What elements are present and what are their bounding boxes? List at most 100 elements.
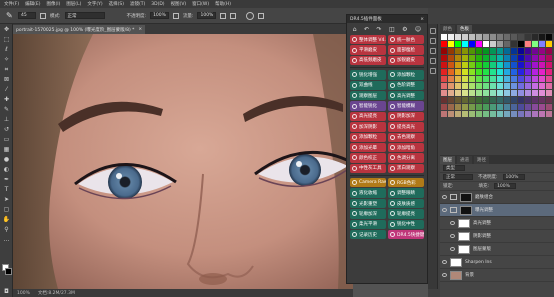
layer-name[interactable]: 高光调整 xyxy=(473,220,491,226)
color-swatch[interactable] xyxy=(518,104,524,110)
color-swatch[interactable] xyxy=(546,62,552,68)
color-swatch[interactable] xyxy=(462,97,468,103)
color-swatch[interactable] xyxy=(455,55,461,61)
menu-3d[interactable]: 3D(D) xyxy=(151,2,164,7)
plugin-button[interactable]: 记录历史 xyxy=(350,230,386,240)
color-swatch[interactable] xyxy=(525,104,531,110)
color-swatch[interactable] xyxy=(504,97,510,103)
color-swatch[interactable] xyxy=(511,111,517,117)
fill-field[interactable]: 100% xyxy=(494,183,517,189)
color-swatch[interactable] xyxy=(476,76,482,82)
color-swatch[interactable] xyxy=(462,69,468,75)
color-swatch[interactable] xyxy=(532,62,538,68)
color-swatch[interactable] xyxy=(462,104,468,110)
color-swatch[interactable] xyxy=(539,111,545,117)
color-swatch[interactable] xyxy=(511,76,517,82)
color-swatch[interactable] xyxy=(448,55,454,61)
color-swatch[interactable] xyxy=(518,41,524,47)
plugin-button[interactable]: 轮廓加深 xyxy=(350,209,386,219)
color-swatch[interactable] xyxy=(455,34,461,40)
color-swatch[interactable] xyxy=(469,62,475,68)
color-swatch[interactable] xyxy=(539,69,545,75)
layers-icon[interactable]: ◫ xyxy=(389,26,395,33)
color-swatch[interactable] xyxy=(532,83,538,89)
plugin-button[interactable]: 皮肤质感 xyxy=(388,198,424,209)
color-swatch[interactable] xyxy=(469,55,475,61)
color-swatch[interactable] xyxy=(525,83,531,89)
color-swatch[interactable] xyxy=(497,111,503,117)
history-panel-icon[interactable] xyxy=(430,28,436,34)
color-swatch[interactable] xyxy=(483,62,489,68)
color-swatch[interactable] xyxy=(546,55,552,61)
tab-swatches[interactable]: 色板 xyxy=(457,25,472,33)
plugin-button[interactable]: 整体调整 V4.5 xyxy=(350,35,386,45)
color-swatch[interactable] xyxy=(539,76,545,82)
color-swatch[interactable] xyxy=(476,90,482,96)
layer-row[interactable]: 阴影调整 xyxy=(440,230,554,243)
color-swatch[interactable] xyxy=(511,34,517,40)
tab-color[interactable]: 颜色 xyxy=(440,25,455,33)
blend-mode-select[interactable]: 正常 xyxy=(443,174,473,180)
color-swatch[interactable] xyxy=(441,97,447,103)
color-swatch[interactable] xyxy=(518,62,524,68)
layer-name[interactable]: 曝光调整 xyxy=(475,207,493,213)
color-swatch[interactable] xyxy=(546,76,552,82)
color-swatch[interactable] xyxy=(455,90,461,96)
color-swatch[interactable] xyxy=(462,90,468,96)
color-swatch[interactable] xyxy=(462,34,468,40)
color-swatch[interactable] xyxy=(518,83,524,89)
color-swatch[interactable] xyxy=(462,111,468,117)
menu-file[interactable]: 文件(F) xyxy=(4,1,19,7)
color-swatch[interactable] xyxy=(455,41,461,47)
visibility-eye-icon[interactable] xyxy=(442,195,447,199)
frame-tool-icon[interactable]: ⊠ xyxy=(2,76,11,84)
color-swatch[interactable] xyxy=(483,34,489,40)
color-swatch[interactable] xyxy=(504,69,510,75)
plugin-button[interactable]: 轮廓提亮 xyxy=(388,209,424,219)
plugin-button[interactable]: 去色观察 xyxy=(388,132,424,142)
color-swatch[interactable] xyxy=(455,111,461,117)
color-swatch[interactable] xyxy=(525,34,531,40)
color-swatch[interactable] xyxy=(504,41,510,47)
color-swatch[interactable] xyxy=(518,97,524,103)
marquee-tool-icon[interactable]: ⬚ xyxy=(2,36,11,44)
gradient-tool-icon[interactable]: ▦ xyxy=(2,146,11,154)
document-tab[interactable]: portrait-1570025.jpg @ 100% (曝光度阶_图层蒙版/8… xyxy=(13,25,146,34)
smoothing-icon[interactable] xyxy=(230,12,237,19)
color-swatch[interactable] xyxy=(483,41,489,47)
color-swatch[interactable] xyxy=(511,62,517,68)
gear-icon[interactable]: ⚙ xyxy=(402,26,407,33)
menu-select[interactable]: 选择(S) xyxy=(109,1,124,7)
color-swatch[interactable] xyxy=(455,48,461,54)
document-canvas[interactable] xyxy=(13,34,353,289)
menu-type[interactable]: 文字(Y) xyxy=(87,1,102,7)
color-swatch[interactable] xyxy=(448,90,454,96)
background-color-swatch[interactable] xyxy=(5,268,12,275)
plugin-button[interactable]: 柔光平滑 xyxy=(350,219,386,230)
color-swatch[interactable] xyxy=(455,69,461,75)
visibility-eye-icon[interactable] xyxy=(442,260,447,264)
brush-settings-panel-icon[interactable] xyxy=(430,58,436,64)
settings-gear-icon[interactable] xyxy=(246,11,255,20)
color-swatch[interactable] xyxy=(483,76,489,82)
color-swatch[interactable] xyxy=(546,34,552,40)
color-swatch[interactable] xyxy=(525,111,531,117)
color-swatch[interactable] xyxy=(525,69,531,75)
color-swatch[interactable] xyxy=(539,48,545,54)
color-swatch[interactable] xyxy=(504,48,510,54)
plugin-button[interactable]: 高低频磨皮 xyxy=(350,55,386,66)
color-swatch[interactable] xyxy=(532,69,538,75)
lasso-tool-icon[interactable]: ℓ xyxy=(2,46,11,54)
color-swatch[interactable] xyxy=(441,104,447,110)
home-icon[interactable]: ⌂ xyxy=(353,26,357,33)
color-swatch[interactable] xyxy=(497,62,503,68)
color-swatch[interactable] xyxy=(462,76,468,82)
visibility-eye-icon[interactable] xyxy=(442,273,447,277)
color-swatch[interactable] xyxy=(441,83,447,89)
pen-tool-icon[interactable]: ✒ xyxy=(2,176,11,184)
opacity-field[interactable]: 100% xyxy=(150,12,169,19)
visibility-eye-icon[interactable] xyxy=(450,234,455,238)
history-brush-tool-icon[interactable]: ↺ xyxy=(2,126,11,134)
plugin-button[interactable]: DR4.5快捷键 xyxy=(388,230,424,240)
plugin-button[interactable]: 添加颗粒 xyxy=(350,132,386,142)
